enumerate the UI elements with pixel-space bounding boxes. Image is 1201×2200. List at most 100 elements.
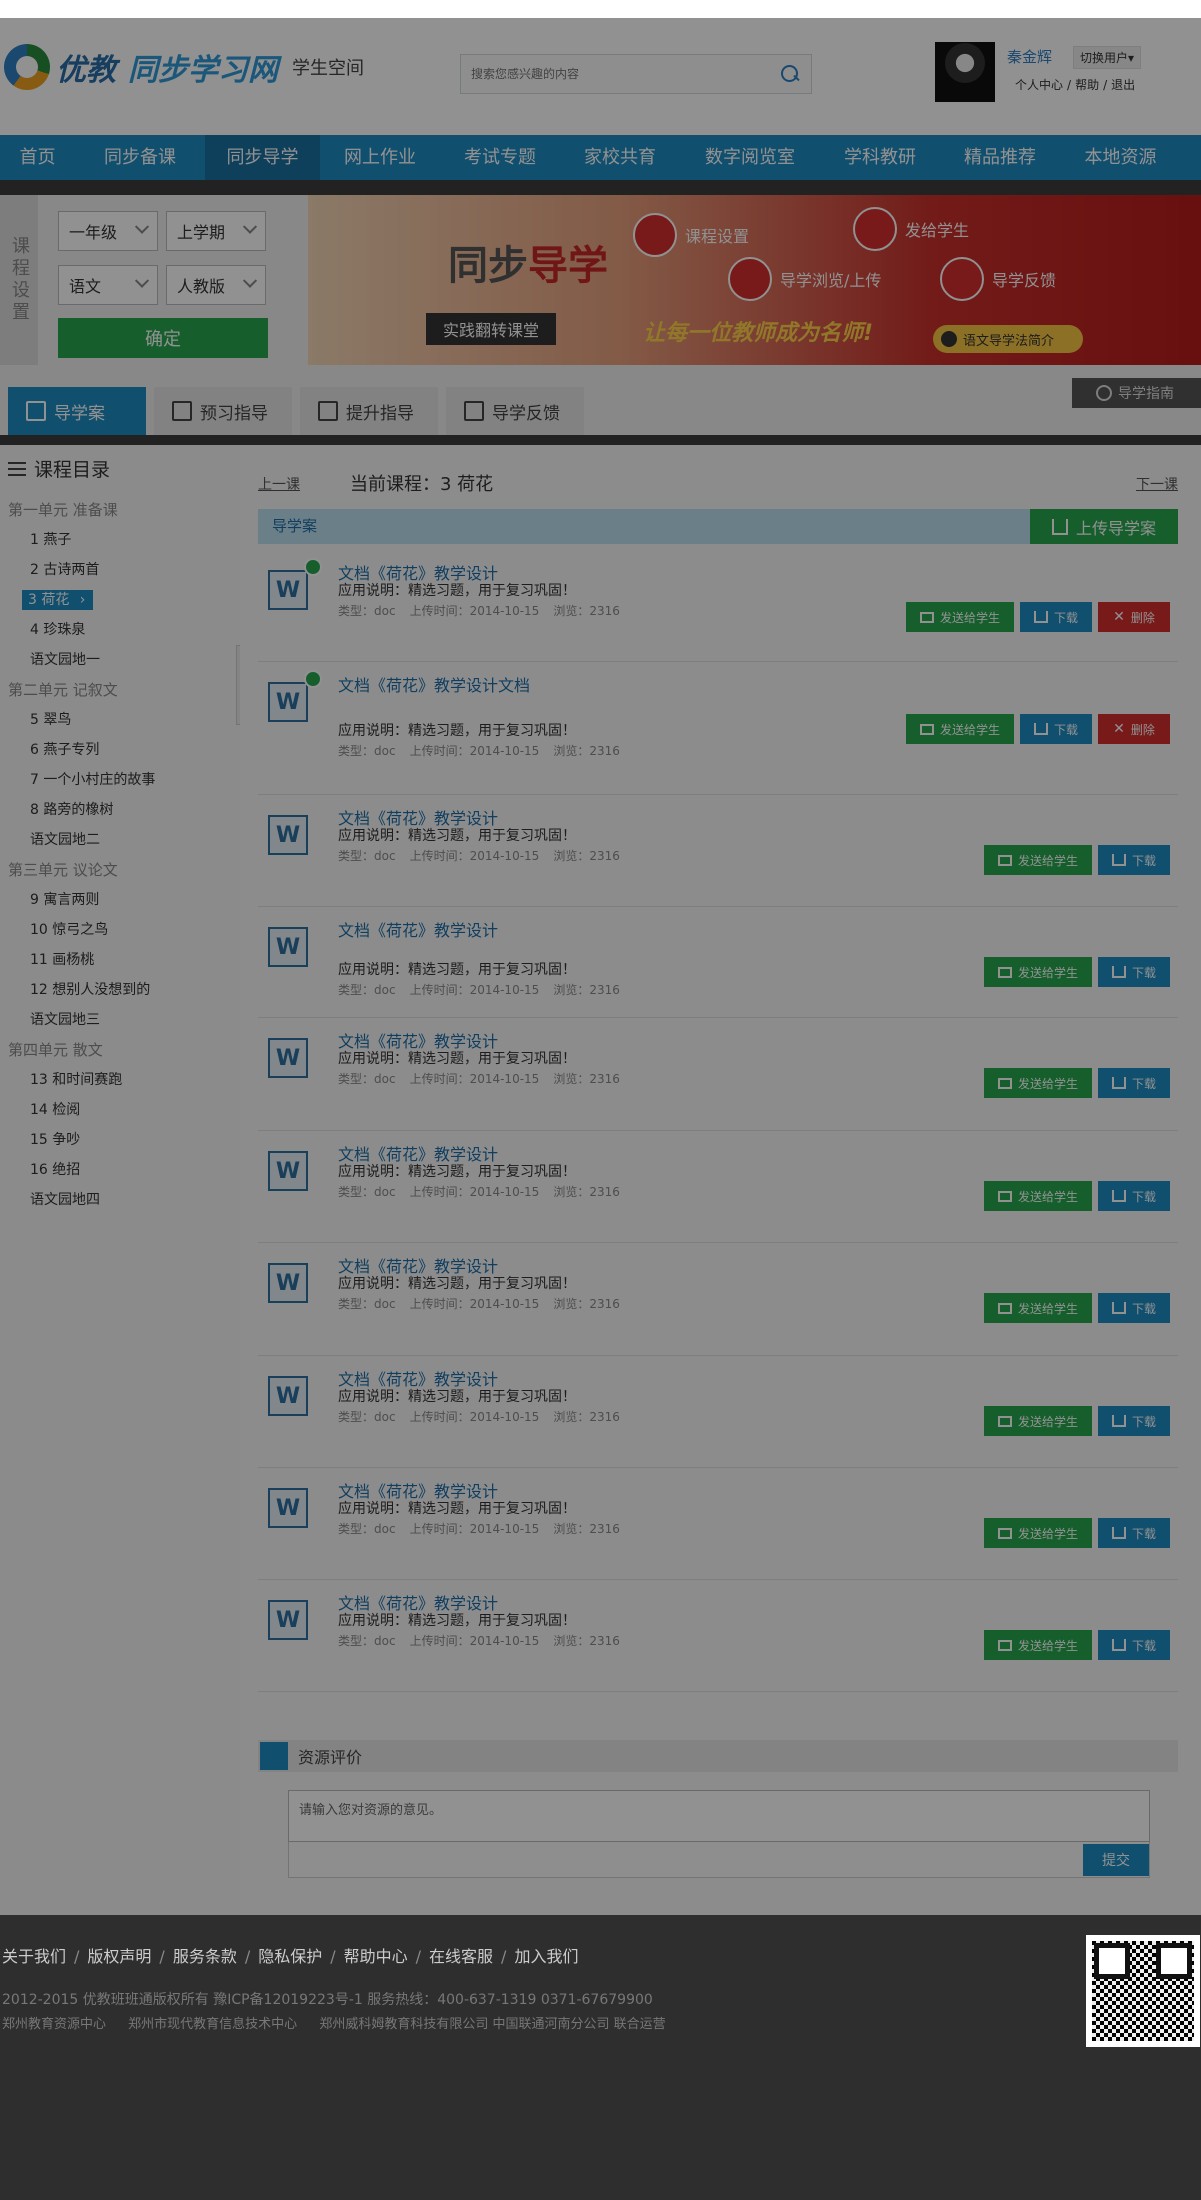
subject-select[interactable]: 语文 (58, 265, 158, 305)
catalog-lesson[interactable]: 16 绝招 (0, 1155, 240, 1185)
download-button[interactable]: 下载 (1020, 602, 1092, 632)
search-input[interactable] (471, 67, 779, 81)
download-button[interactable]: 下载 (1098, 845, 1170, 875)
download-button[interactable]: 下载 (1098, 1630, 1170, 1660)
user-center-link[interactable]: 个人中心 (1015, 78, 1063, 92)
download-button[interactable]: 下载 (1098, 1406, 1170, 1436)
banner[interactable]: 同步导学 实践翻转课堂 课程设置 发给学生 导学浏览/上传 导学反馈 让每一位教… (308, 195, 1201, 365)
word-doc-icon[interactable]: W (268, 1038, 308, 1078)
banner-flip-button[interactable]: 实践翻转课堂 (426, 313, 556, 345)
nav-item[interactable]: 同步备课 (75, 135, 205, 180)
nav-item[interactable]: 数字阅览室 (680, 135, 820, 180)
help-link[interactable]: 帮助 (1075, 78, 1099, 92)
catalog-lesson[interactable]: 9 寓言两则 (0, 885, 240, 915)
catalog-lesson[interactable]: 6 燕子专列 (0, 735, 240, 765)
tab-guide-plan[interactable]: 导学案 (8, 387, 146, 435)
avatar[interactable] (935, 42, 995, 102)
download-button[interactable]: 下载 (1098, 957, 1170, 987)
resource-title[interactable]: 文档《荷花》教学设计文档 (338, 672, 530, 696)
catalog-lesson[interactable]: 3 荷花 › (0, 585, 240, 615)
word-doc-icon[interactable]: W (268, 682, 308, 722)
catalog-lesson[interactable]: 4 珍珠泉 (0, 615, 240, 645)
nav-item[interactable]: 考试专题 (440, 135, 560, 180)
word-doc-icon[interactable]: W (268, 815, 308, 855)
download-button[interactable]: 下载 (1098, 1518, 1170, 1548)
catalog-lesson[interactable]: 7 一个小村庄的故事 (0, 765, 240, 795)
catalog-lesson[interactable]: 8 路旁的橡树 (0, 795, 240, 825)
catalog-lesson[interactable]: 5 翠鸟 (0, 705, 240, 735)
logout-link[interactable]: 退出 (1111, 78, 1135, 92)
footer-link[interactable]: 版权声明 (87, 1947, 151, 1966)
footer-link[interactable]: 在线客服 (429, 1947, 493, 1966)
send-to-students-button[interactable]: 发送给学生 (984, 1630, 1092, 1660)
upload-guide-button[interactable]: 上传导学案 (1030, 509, 1178, 544)
switch-user-button[interactable]: 切换用户▾ (1073, 46, 1142, 69)
evaluation-input[interactable]: 请输入您对资源的意见。 (288, 1790, 1150, 1842)
catalog-lesson[interactable]: 语文园地四 (0, 1185, 240, 1215)
guide-button[interactable]: 导学指南 (1072, 378, 1201, 408)
catalog-lesson[interactable]: 13 和时间赛跑 (0, 1065, 240, 1095)
grade-select[interactable]: 一年级 (58, 211, 158, 251)
next-lesson-link[interactable]: 下一课 (1136, 474, 1178, 494)
term-select[interactable]: 上学期 (166, 211, 266, 251)
footer-link[interactable]: 服务条款 (173, 1947, 237, 1966)
submit-button[interactable]: 提交 (1083, 1844, 1149, 1876)
footer-link[interactable]: 加入我们 (514, 1947, 578, 1966)
catalog-lesson[interactable]: 14 检阅 (0, 1095, 240, 1125)
tab-improve[interactable]: 提升指导 (300, 387, 438, 435)
edition-select[interactable]: 人教版 (166, 265, 266, 305)
send-to-students-button[interactable]: 发送给学生 (984, 1181, 1092, 1211)
nav-item[interactable]: 首页 (0, 135, 75, 180)
word-doc-icon[interactable]: W (268, 1600, 308, 1640)
send-to-students-button[interactable]: 发送给学生 (906, 602, 1014, 632)
nav-item[interactable]: 精品推荐 (940, 135, 1060, 180)
nav-item[interactable]: 网上作业 (320, 135, 440, 180)
footer-link[interactable]: 关于我们 (2, 1947, 66, 1966)
prev-lesson-link[interactable]: 上一课 (258, 474, 300, 494)
download-button[interactable]: 下载 (1098, 1293, 1170, 1323)
catalog-lesson[interactable]: 15 争吵 (0, 1125, 240, 1155)
send-to-students-button[interactable]: 发送给学生 (984, 845, 1092, 875)
send-to-students-button[interactable]: 发送给学生 (984, 1293, 1092, 1323)
nav-item[interactable]: 家校共育 (560, 135, 680, 180)
nav-item[interactable]: 同步导学 (205, 135, 320, 180)
send-to-students-button[interactable]: 发送给学生 (984, 957, 1092, 987)
footer-link[interactable]: 隐私保护 (258, 1947, 322, 1966)
banner-intro-button[interactable]: 语文导学法简介 (933, 325, 1083, 353)
banner-title-a: 同步 (448, 243, 528, 289)
site-logo[interactable]: 优教 同步学习网 学生空间 (4, 44, 364, 90)
user-icon (853, 207, 897, 251)
confirm-button[interactable]: 确定 (58, 318, 268, 358)
catalog-lesson[interactable]: 12 想别人没想到的 (0, 975, 240, 1005)
catalog-lesson[interactable]: 语文园地一 (0, 645, 240, 675)
send-to-students-button[interactable]: 发送给学生 (984, 1518, 1092, 1548)
resource-title[interactable]: 文档《荷花》教学设计 (338, 917, 498, 941)
delete-button[interactable]: ✕ 删除 (1098, 602, 1170, 632)
word-doc-icon[interactable]: W (268, 570, 308, 610)
catalog-lesson[interactable]: 语文园地三 (0, 1005, 240, 1035)
send-to-students-button[interactable]: 发送给学生 (906, 714, 1014, 744)
send-to-students-button[interactable]: 发送给学生 (984, 1406, 1092, 1436)
catalog-lesson[interactable]: 1 燕子 (0, 525, 240, 555)
word-doc-icon[interactable]: W (268, 1151, 308, 1191)
catalog-lesson[interactable]: 语文园地二 (0, 825, 240, 855)
user-name[interactable]: 秦金辉 (1007, 46, 1052, 67)
tab-preview[interactable]: 预习指导 (154, 387, 292, 435)
catalog-lesson[interactable]: 2 古诗两首 (0, 555, 240, 585)
word-doc-icon[interactable]: W (268, 1488, 308, 1528)
download-button[interactable]: 下载 (1098, 1181, 1170, 1211)
search-icon[interactable] (779, 63, 801, 85)
word-doc-icon[interactable]: W (268, 1376, 308, 1416)
catalog-lesson[interactable]: 10 惊弓之鸟 (0, 915, 240, 945)
download-button[interactable]: 下载 (1020, 714, 1092, 744)
catalog-lesson[interactable]: 11 画杨桃 (0, 945, 240, 975)
nav-item[interactable]: 本地资源 (1060, 135, 1181, 180)
word-doc-icon[interactable]: W (268, 1263, 308, 1303)
delete-button[interactable]: ✕ 删除 (1098, 714, 1170, 744)
word-doc-icon[interactable]: W (268, 927, 308, 967)
download-button[interactable]: 下载 (1098, 1068, 1170, 1098)
tab-feedback[interactable]: 导学反馈 (446, 387, 584, 435)
footer-link[interactable]: 帮助中心 (344, 1947, 408, 1966)
send-to-students-button[interactable]: 发送给学生 (984, 1068, 1092, 1098)
nav-item[interactable]: 学科教研 (820, 135, 940, 180)
